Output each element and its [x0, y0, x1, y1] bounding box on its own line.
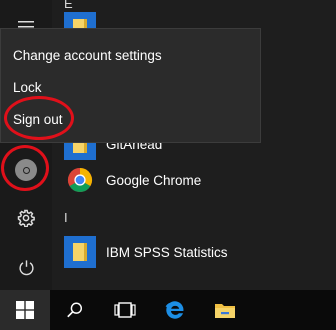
file-explorer-icon [215, 304, 235, 318]
settings-button[interactable] [0, 198, 52, 238]
change-account-settings-item[interactable]: Change account settings [13, 48, 162, 63]
user-avatar-highlight-circle [1, 145, 49, 191]
sign-out-highlight-circle [4, 96, 74, 140]
app-name: Google Chrome [106, 172, 202, 188]
start-button[interactable] [0, 290, 50, 330]
power-icon [18, 259, 34, 275]
edge-icon [165, 301, 184, 319]
windows-logo-icon [16, 301, 34, 319]
file-explorer-button[interactable] [200, 290, 250, 330]
lock-item[interactable]: Lock [13, 80, 42, 95]
settings-gear-icon [17, 209, 35, 227]
app-name: IBM SPSS Statistics [106, 244, 228, 260]
app-item-ibm-spss-statistics[interactable]: IBM SPSS Statistics [52, 234, 302, 270]
tiles-area [302, 0, 336, 290]
search-button[interactable] [50, 290, 100, 330]
chrome-icon [64, 164, 96, 196]
power-button[interactable] [0, 247, 52, 287]
taskbar [0, 290, 336, 330]
group-letter-i[interactable]: I [64, 210, 68, 225]
edge-button[interactable] [150, 290, 200, 330]
spss-icon [64, 236, 96, 268]
task-view-button[interactable] [100, 290, 150, 330]
task-view-icon [114, 302, 136, 318]
app-item-google-chrome[interactable]: Google Chrome [52, 162, 302, 198]
search-icon [67, 302, 83, 318]
